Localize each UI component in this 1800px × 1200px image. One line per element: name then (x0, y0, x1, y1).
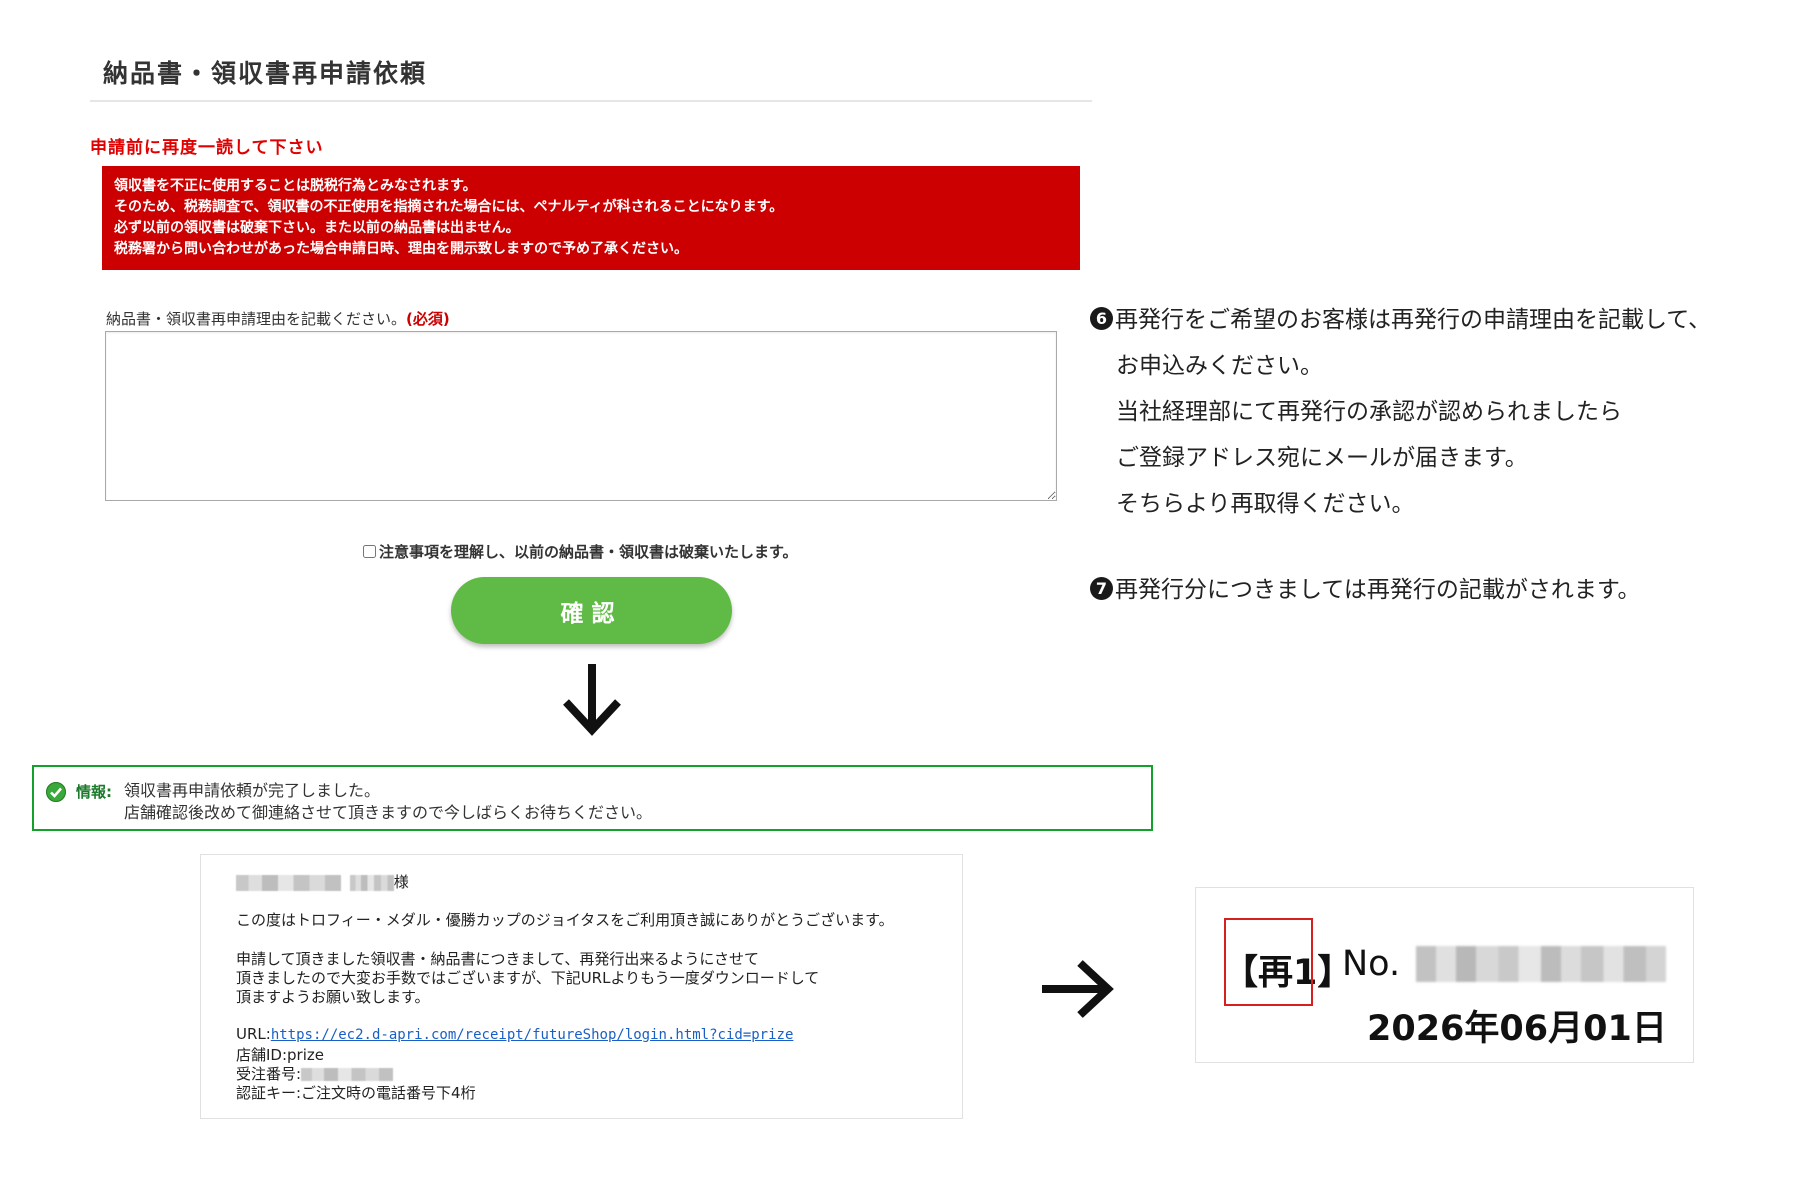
arrow-right-icon (1042, 960, 1114, 1018)
email-body-line: 申請して頂きました領収書・納品書につきまして、再発行出来るようにさせて (236, 950, 760, 968)
warning-line: 領収書を不正に使用することは脱税行為とみなされます。 (114, 178, 477, 194)
note-line: そちらより再取得ください。 (1116, 491, 1415, 517)
confirm-button[interactable]: 確認 (451, 577, 732, 644)
url-label: URL: (236, 1025, 271, 1043)
info-tag: 情報: (76, 783, 112, 801)
receipt-date: 2026年06月01日 (1367, 1009, 1667, 1049)
info-message-line: 領収書再申請依頼が完了しました。 (124, 781, 381, 800)
receipt-url-link[interactable]: https://ec2.d-apri.com/receipt/futureSho… (271, 1027, 794, 1043)
email-order-number: 受注番号: (236, 1063, 394, 1084)
agree-checkbox[interactable] (363, 545, 376, 558)
number-6-icon: 6 (1090, 307, 1113, 330)
note-6: 6 再発行をご希望のお客様は再発行の申請理由を記載して、 お申込みください。 当社… (1090, 297, 1711, 527)
note-text: 再発行をご希望のお客様は再発行の申請理由を記載して、 (1115, 307, 1712, 333)
redacted-name (236, 874, 341, 891)
note-line: 6 再発行をご希望のお客様は再発行の申請理由を記載して、 (1090, 297, 1711, 343)
note-7: 7 再発行分につきましては再発行の記載がされます。 (1090, 570, 1641, 604)
reason-label-text: 納品書・領収書再申請理由を記載ください。 (106, 310, 407, 328)
receipt-sample: 【再1】 No. 2026年06月01日 (1195, 887, 1694, 1063)
warning-box: 領収書を不正に使用することは脱税行為とみなされます。 そのため、税務調査で、領収… (102, 166, 1080, 270)
email-store-id: 店舗ID:prize (236, 1046, 324, 1064)
check-circle-icon (46, 782, 66, 802)
reissue-highlight-box (1224, 918, 1313, 1006)
title-divider (90, 100, 1092, 102)
email-thanks: この度はトロフィー・メダル・優勝カップのジョイタスをご利用頂き誠にありがとうござ… (236, 911, 894, 929)
email-url-line: URL:https://ec2.d-apri.com/receipt/futur… (236, 1025, 793, 1043)
notice-heading: 申請前に再度一読して下さい (90, 138, 324, 158)
redacted-order-number (301, 1068, 394, 1081)
note-text: 再発行分につきましては再発行の記載がされます。 (1115, 577, 1641, 603)
email-preview: 様 この度はトロフィー・メダル・優勝カップのジョイタスをご利用頂き誠にありがとう… (200, 854, 963, 1119)
warning-line: 税務署から問い合わせがあった場合申請日時、理由を開示致しますので予め了承ください… (114, 241, 688, 257)
redacted-name (349, 874, 394, 891)
number-7-icon: 7 (1090, 577, 1113, 600)
required-marker: (必須) (406, 310, 450, 328)
info-message-box: 情報: 領収書再申請依頼が完了しました。 店舗確認後改めて御連絡させて頂きますの… (32, 765, 1153, 831)
note-line: 当社経理部にて再発行の承認が認められましたら (1116, 399, 1622, 425)
reason-label: 納品書・領収書再申請理由を記載ください。(必須) (106, 308, 450, 329)
agree-row[interactable]: 注意事項を理解し、以前の納品書・領収書は破棄いたします。 (363, 541, 798, 562)
warning-line: 必ず以前の領収書は破棄下さい。また以前の納品書は出ません。 (114, 220, 520, 236)
honorific: 様 (393, 873, 409, 891)
info-message-line: 店舗確認後改めて御連絡させて頂きますので今しばらくお待ちください。 (124, 803, 653, 822)
note-line: お申込みください。 (1116, 353, 1323, 379)
email-body-line: 頂きましたので大変お手数ではございますが、下記URLよりもう一度ダウンロードして (236, 969, 820, 987)
receipt-no-label: No. (1342, 944, 1401, 984)
arrow-down-icon (563, 664, 621, 736)
order-label: 受注番号: (236, 1065, 302, 1083)
page-title: 納品書・領収書再申請依頼 (103, 59, 428, 88)
redacted-receipt-number (1416, 946, 1666, 982)
email-body-line: 頂ますようお願い致します。 (236, 988, 430, 1006)
warning-line: そのため、税務調査で、領収書の不正使用を指摘された場合には、ペナルティが科される… (114, 199, 784, 215)
email-recipient: 様 (236, 871, 409, 892)
note-line: ご登録アドレス宛にメールが届きます。 (1116, 445, 1528, 471)
agree-label: 注意事項を理解し、以前の納品書・領収書は破棄いたします。 (379, 543, 798, 561)
email-auth-key: 認証キー:ご注文時の電話番号下4桁 (236, 1084, 476, 1102)
reason-textarea[interactable] (105, 331, 1057, 501)
